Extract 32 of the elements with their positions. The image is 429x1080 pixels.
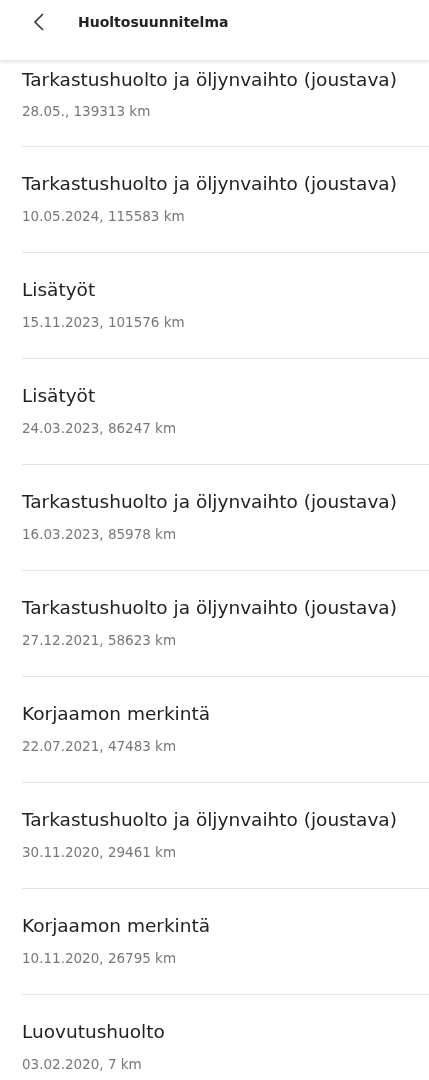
entry-date-mileage: 27.12.2021, 58623 km <box>22 631 177 649</box>
entry-date-mileage: 03.02.2020, 7 km <box>22 1055 142 1073</box>
entry-title: Tarkastushuolto ja öljynvaihto (joustava) <box>22 68 397 92</box>
back-icon <box>33 12 45 32</box>
service-entry[interactable]: Tarkastushuolto ja öljynvaihto (joustava) 10.05.2024, 115583 km <box>22 147 429 253</box>
page-title: Huoltosuunnitelma <box>78 14 229 30</box>
entry-title: Tarkastushuolto ja öljynvaihto (joustava) <box>22 172 397 196</box>
service-entry[interactable]: Korjaamon merkintä 10.11.2020, 26795 km <box>22 889 429 995</box>
entry-date-mileage: 24.03.2023, 86247 km <box>22 419 177 437</box>
entry-title: Tarkastushuolto ja öljynvaihto (joustava) <box>22 490 397 514</box>
entry-title: Tarkastushuolto ja öljynvaihto (joustava) <box>22 596 397 620</box>
entry-date-mileage: 30.11.2020, 29461 km <box>22 843 177 861</box>
service-entry[interactable]: Tarkastushuolto ja öljynvaihto (joustava) 28.05., 139313 km <box>22 60 429 147</box>
service-entry[interactable]: Lisätyöt 15.11.2023, 101576 km <box>22 253 429 359</box>
entry-title: Korjaamon merkintä <box>22 914 211 938</box>
service-entry[interactable]: Tarkastushuolto ja öljynvaihto (joustava) 16.03.2023, 85978 km <box>22 465 429 571</box>
entry-date-mileage: 16.03.2023, 85978 km <box>22 525 177 543</box>
service-entry[interactable]: Luovutushuolto 03.02.2020, 7 km <box>22 995 429 1080</box>
entry-date-mileage: 22.07.2021, 47483 km <box>22 737 177 755</box>
entry-title: Tarkastushuolto ja öljynvaihto (joustava) <box>22 808 397 832</box>
entry-title: Luovutushuolto <box>22 1020 165 1044</box>
entry-date-mileage: 10.05.2024, 115583 km <box>22 207 185 225</box>
service-entry[interactable]: Tarkastushuolto ja öljynvaihto (joustava) 30.11.2020, 29461 km <box>22 783 429 889</box>
service-entry[interactable]: Lisätyöt 24.03.2023, 86247 km <box>22 359 429 465</box>
entry-title: Korjaamon merkintä <box>22 702 211 726</box>
service-entry[interactable]: Tarkastushuolto ja öljynvaihto (joustava) 27.12.2021, 58623 km <box>22 571 429 677</box>
entry-date-mileage: 15.11.2023, 101576 km <box>22 313 185 331</box>
entry-title: Lisätyöt <box>22 278 96 302</box>
entry-date-mileage: 10.11.2020, 26795 km <box>22 949 177 967</box>
entry-title: Lisätyöt <box>22 384 96 408</box>
entry-date-mileage: 28.05., 139313 km <box>22 102 151 120</box>
service-entry[interactable]: Korjaamon merkintä 22.07.2021, 47483 km <box>22 677 429 783</box>
